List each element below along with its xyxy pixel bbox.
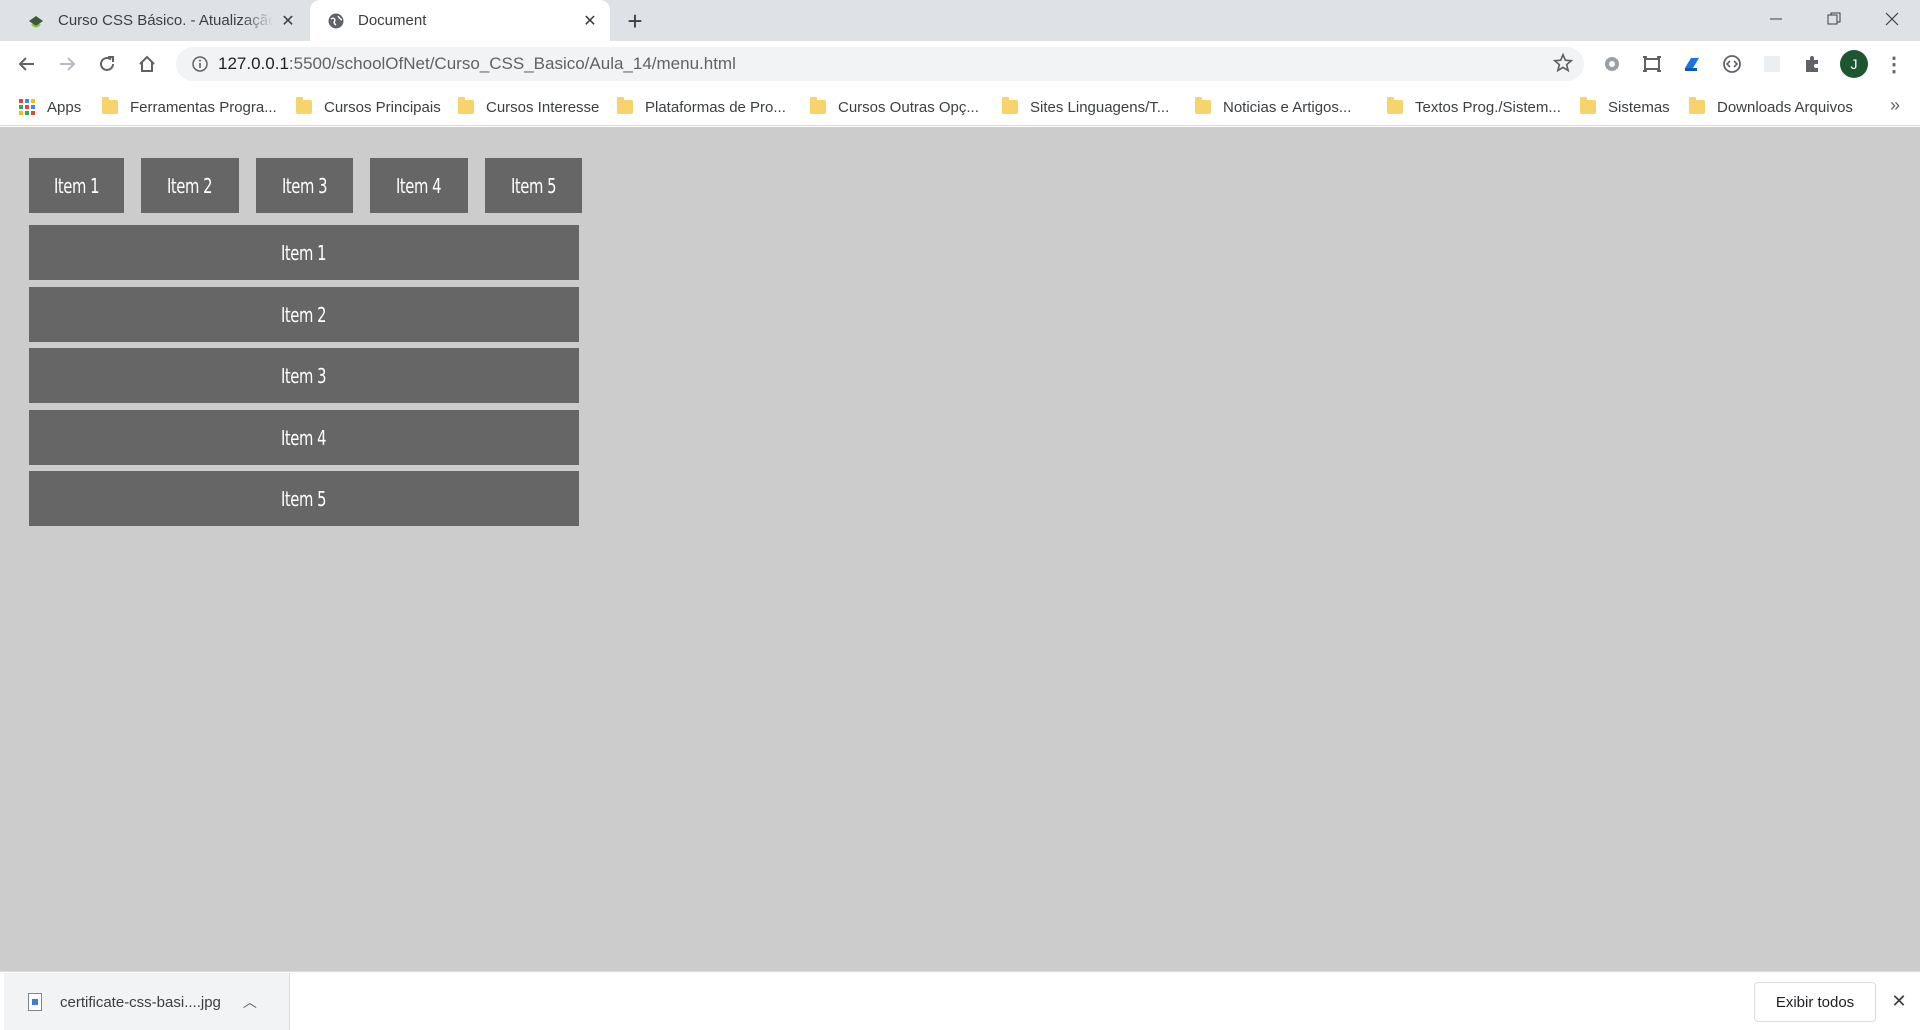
- bookmark-folder[interactable]: Cursos Principais: [296, 95, 441, 119]
- reload-icon[interactable]: [91, 48, 123, 80]
- folder-icon: [458, 97, 474, 114]
- horizontal-menu-item-1[interactable]: Item 1: [29, 158, 124, 213]
- minimize-icon[interactable]: [1748, 0, 1804, 38]
- menu-item-label: Item 4: [396, 173, 442, 198]
- folder-icon: [1195, 97, 1211, 114]
- bookmark-label: Plataformas de Pro...: [645, 98, 786, 116]
- chevron-up-icon[interactable]: ︿: [243, 992, 257, 1012]
- bookmark-folder[interactable]: Downloads Arquivos: [1689, 95, 1853, 119]
- horizontal-menu-item-4[interactable]: Item 4: [370, 158, 468, 213]
- horizontal-menu-item-3[interactable]: Item 3: [256, 158, 353, 213]
- info-icon[interactable]: [182, 56, 218, 72]
- more-menu-icon[interactable]: ⋮: [1880, 50, 1908, 78]
- horizontal-menu-item-5[interactable]: Item 5: [485, 158, 582, 213]
- bookmark-label: Noticias e Artigos...: [1223, 98, 1352, 116]
- tab-title: Document: [358, 12, 427, 29]
- home-icon[interactable]: [131, 48, 163, 80]
- profile-avatar[interactable]: J: [1840, 50, 1868, 78]
- restore-icon[interactable]: [1806, 0, 1862, 38]
- menu-item-label: Item 1: [53, 173, 100, 198]
- bookmark-folder[interactable]: Cursos Outras Opç...: [810, 95, 979, 119]
- bookmark-label: Textos Prog./Sistem...: [1415, 98, 1561, 116]
- close-icon[interactable]: ✕: [1886, 988, 1912, 1014]
- bookmark-folder[interactable]: Cursos Interesse: [458, 95, 599, 119]
- bookmark-folder[interactable]: Plataformas de Pro...: [617, 95, 786, 119]
- vertical-menu-item-1[interactable]: Item 1: [29, 225, 579, 280]
- bookmark-apps[interactable]: Apps: [19, 95, 81, 119]
- bookmark-label: Sistemas: [1608, 98, 1670, 116]
- close-window-icon[interactable]: [1864, 0, 1920, 38]
- tab-strip: Curso CSS Básico. - Atualização 2 ✕ Docu…: [0, 0, 1920, 41]
- menu-item-label: Item 5: [510, 173, 557, 198]
- tab-curso-css[interactable]: Curso CSS Básico. - Atualização 2 ✕: [8, 0, 308, 41]
- close-icon[interactable]: ✕: [274, 7, 302, 35]
- new-tab-button[interactable]: +: [620, 6, 650, 36]
- url-text: 127.0.0.1:5500/schoolOfNet/Curso_CSS_Bas…: [218, 54, 736, 74]
- extension-gear-icon[interactable]: [1599, 51, 1625, 77]
- vertical-menu-item-5[interactable]: Item 5: [29, 471, 579, 526]
- image-file-icon: [28, 993, 42, 1011]
- vertical-menu-item-4[interactable]: Item 4: [29, 410, 579, 465]
- bookmark-label: Sites Linguagens/T...: [1030, 98, 1170, 116]
- bookmark-star-icon[interactable]: [1552, 52, 1574, 79]
- show-all-button[interactable]: Exibir todos: [1754, 982, 1876, 1022]
- menu-item-label: Item 4: [281, 425, 327, 450]
- code-extension-icon[interactable]: [1719, 51, 1745, 77]
- apps-grid-icon: [19, 99, 35, 115]
- download-item[interactable]: certificate-css-basi....jpg ︿: [4, 973, 290, 1030]
- blank-extension-icon[interactable]: [1759, 51, 1785, 77]
- bookmark-folder[interactable]: Ferramentas Progra...: [102, 95, 277, 119]
- bookmark-folder[interactable]: Noticias e Artigos...: [1195, 95, 1351, 119]
- vertical-menu-item-3[interactable]: Item 3: [29, 348, 579, 403]
- bookmarks-bar: Apps Ferramentas Progra... Cursos Princi…: [0, 87, 1920, 126]
- bookmark-label: Cursos Principais: [324, 98, 441, 116]
- folder-icon: [1002, 97, 1018, 114]
- extensions-puzzle-icon[interactable]: [1799, 51, 1825, 77]
- browser-toolbar: 127.0.0.1:5500/schoolOfNet/Curso_CSS_Bas…: [0, 41, 1920, 87]
- folder-icon: [296, 97, 312, 114]
- folder-icon: [1580, 97, 1596, 114]
- bookmark-label: Cursos Interesse: [486, 98, 600, 116]
- url-path: :5500/schoolOfNet/Curso_CSS_Basico/Aula_…: [288, 54, 736, 73]
- tab-title: Curso CSS Básico. - Atualização 2: [58, 12, 274, 29]
- horizontal-menu-item-2[interactable]: Item 2: [141, 158, 239, 213]
- menu-item-label: Item 2: [167, 173, 213, 198]
- bookmark-label: Cursos Outras Opç...: [838, 98, 979, 116]
- folder-icon: [102, 97, 118, 114]
- cloud-extension-icon[interactable]: [1679, 51, 1705, 77]
- folder-icon: [1689, 97, 1705, 114]
- menu-item-label: Item 5: [281, 486, 327, 511]
- bookmarks-overflow-button[interactable]: »: [1890, 95, 1900, 116]
- address-bar[interactable]: 127.0.0.1:5500/schoolOfNet/Curso_CSS_Bas…: [176, 47, 1584, 81]
- menu-item-label: Item 3: [281, 363, 327, 388]
- menu-item-label: Item 1: [281, 240, 327, 265]
- menu-item-label: Item 2: [281, 302, 327, 327]
- url-host: 127.0.0.1: [218, 54, 289, 73]
- globe-icon: [326, 11, 346, 31]
- bookmark-label: Downloads Arquivos: [1717, 98, 1853, 116]
- screenshot-extension-icon[interactable]: [1639, 51, 1665, 77]
- folder-icon: [1387, 97, 1403, 114]
- bookmark-folder[interactable]: Sistemas: [1580, 95, 1670, 119]
- download-bar: certificate-css-basi....jpg ︿ Exibir tod…: [0, 971, 1920, 1030]
- download-file-name: certificate-css-basi....jpg: [60, 993, 221, 1011]
- folder-icon: [617, 97, 633, 114]
- close-icon[interactable]: ✕: [576, 7, 604, 35]
- page-content: Item 1 Item 2 Item 3 Item 4 Item 5 Item …: [0, 127, 1920, 971]
- bookmark-folder[interactable]: Textos Prog./Sistem...: [1387, 95, 1561, 119]
- menu-item-label: Item 3: [281, 173, 328, 198]
- folder-icon: [810, 97, 826, 114]
- tab-document[interactable]: Document ✕: [310, 0, 610, 41]
- school-of-net-icon: [26, 11, 46, 31]
- forward-icon[interactable]: [51, 48, 83, 80]
- bookmark-label: Apps: [47, 98, 82, 116]
- back-icon[interactable]: [11, 48, 43, 80]
- bookmark-label: Ferramentas Progra...: [130, 98, 277, 116]
- bookmark-folder[interactable]: Sites Linguagens/T...: [1002, 95, 1169, 119]
- vertical-menu-item-2[interactable]: Item 2: [29, 287, 579, 342]
